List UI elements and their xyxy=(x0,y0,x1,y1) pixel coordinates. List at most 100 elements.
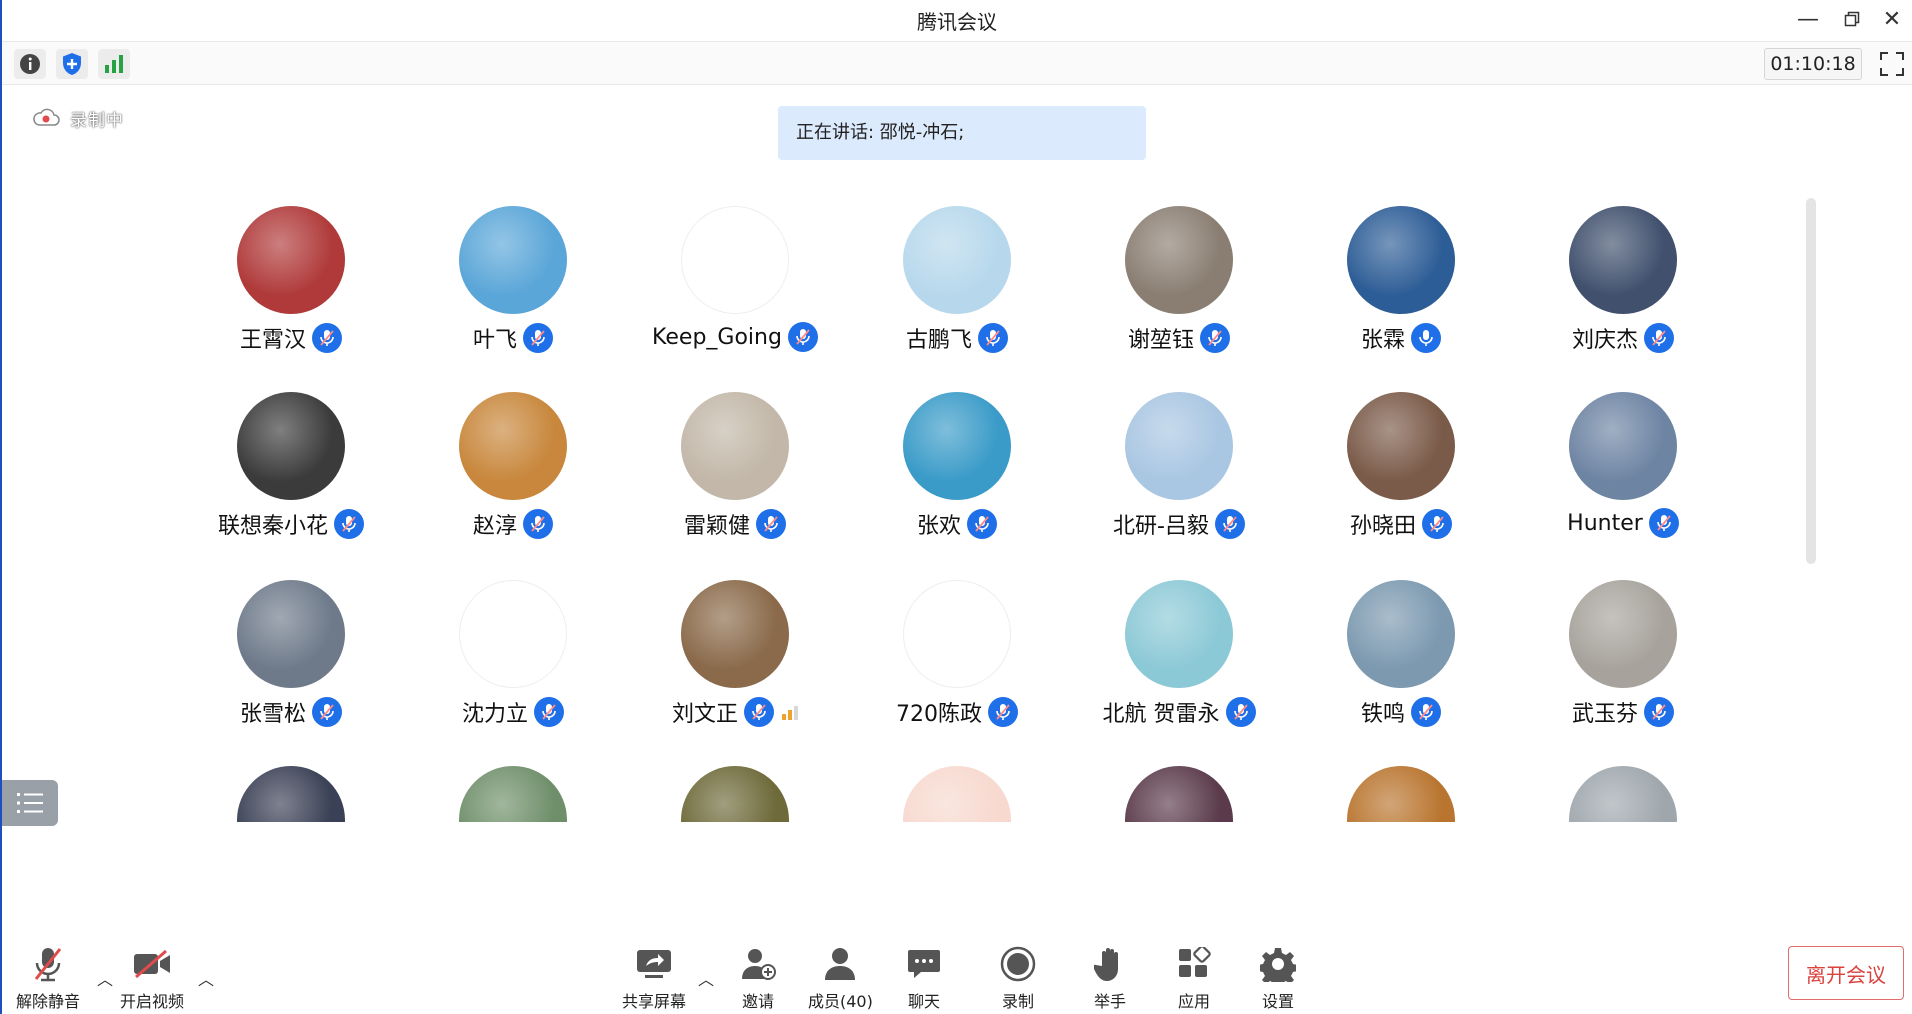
participant-tile[interactable] xyxy=(1290,760,1512,822)
avatar xyxy=(1125,392,1233,500)
participant-name-line: 北研-吕毅 xyxy=(1068,508,1290,540)
participant-name: Hunter xyxy=(1567,510,1643,536)
info-icon[interactable] xyxy=(14,49,46,79)
participant-tile[interactable]: 谢堃钰 xyxy=(1068,200,1290,360)
audio-options-caret[interactable]: ︿ xyxy=(97,966,113,990)
title-bar: 腾讯会议 — ✕ xyxy=(2,0,1912,38)
share-screen-button[interactable]: 共享屏幕 xyxy=(622,944,686,1012)
members-icon xyxy=(818,944,862,984)
close-icon[interactable]: ✕ xyxy=(1872,4,1912,34)
participant-name-line: 孙晓田 xyxy=(1290,508,1512,540)
mic-muted-icon xyxy=(26,944,70,984)
security-shield-icon[interactable] xyxy=(56,49,88,79)
unmute-label: 解除静音 xyxy=(16,992,81,1011)
participant-tile[interactable]: Hunter xyxy=(1512,386,1734,546)
avatar xyxy=(1125,766,1233,822)
avatar xyxy=(237,766,345,822)
network-signal-icon[interactable] xyxy=(98,49,130,79)
apps-grid-icon xyxy=(1172,944,1216,984)
participant-tile[interactable]: 联想秦小花 xyxy=(180,386,402,546)
avatar xyxy=(681,392,789,500)
mic-muted-icon xyxy=(523,509,553,539)
participant-name: 雷颖健 xyxy=(683,514,750,539)
participant-tile[interactable]: 720陈政 xyxy=(846,574,1068,734)
leave-meeting-button[interactable]: 离开会议 xyxy=(1788,946,1904,1000)
participant-tile[interactable]: 北研-吕毅 xyxy=(1068,386,1290,546)
invite-button[interactable]: 邀请 xyxy=(736,944,780,1012)
chat-button[interactable]: 聊天 xyxy=(902,944,946,1012)
participant-tile[interactable] xyxy=(1512,760,1734,822)
minimize-icon[interactable]: — xyxy=(1788,4,1828,34)
avatar xyxy=(459,392,567,500)
participant-name-line: 铁鸣 xyxy=(1290,696,1512,728)
fullscreen-icon[interactable] xyxy=(1878,50,1906,78)
mic-muted-icon xyxy=(978,323,1008,353)
participant-tile[interactable]: Keep_Going xyxy=(624,200,846,360)
participant-name: 沈力立 xyxy=(461,702,528,727)
participant-tile[interactable]: 张霖 xyxy=(1290,200,1512,360)
participant-tile[interactable]: 铁鸣 xyxy=(1290,574,1512,734)
grid-scrollbar[interactable] xyxy=(1806,198,1816,564)
members-button[interactable]: 成员(40) xyxy=(808,944,873,1012)
participant-name-line: 雷颖健 xyxy=(624,508,846,540)
avatar xyxy=(681,206,789,314)
participant-tile[interactable] xyxy=(1068,760,1290,822)
participant-name-line: 古鹏飞 xyxy=(846,322,1068,354)
participant-tile[interactable]: 孙晓田 xyxy=(1290,386,1512,546)
video-options-caret[interactable]: ︿ xyxy=(198,966,214,990)
mic-muted-icon xyxy=(1648,508,1679,538)
participant-name-line: Keep_Going xyxy=(624,322,846,352)
avatar xyxy=(1569,206,1677,314)
raise-hand-button[interactable]: 举手 xyxy=(1088,944,1132,1012)
participant-name-line: 王霄汉 xyxy=(180,322,402,354)
layout-list-button[interactable] xyxy=(2,780,58,826)
restore-icon[interactable] xyxy=(1832,4,1872,34)
participant-tile[interactable]: 叶飞 xyxy=(402,200,624,360)
meeting-timer: 01:10:18 xyxy=(1764,48,1862,80)
participant-name-line: 叶飞 xyxy=(402,322,624,354)
audio-level-icon xyxy=(782,704,798,720)
participant-tile[interactable]: 北航 贺雷永 xyxy=(1068,574,1290,734)
apps-button[interactable]: 应用 xyxy=(1172,944,1216,1012)
participant-tile[interactable]: 赵淳 xyxy=(402,386,624,546)
participant-tile[interactable]: 刘庆杰 xyxy=(1512,200,1734,360)
avatar xyxy=(903,206,1011,314)
participant-tile[interactable]: 古鹏飞 xyxy=(846,200,1068,360)
start-video-button[interactable]: 开启视频 xyxy=(120,944,184,1012)
avatar xyxy=(1569,766,1677,822)
participant-name-line: Hunter xyxy=(1512,508,1734,538)
participant-tile[interactable] xyxy=(402,760,624,822)
participant-name-line: 720陈政 xyxy=(846,696,1068,728)
participant-tile[interactable]: 武玉芬 xyxy=(1512,574,1734,734)
avatar xyxy=(459,766,567,822)
participant-tile[interactable]: 沈力立 xyxy=(402,574,624,734)
record-icon xyxy=(996,944,1040,984)
mic-muted-icon xyxy=(1644,697,1674,727)
avatar xyxy=(903,392,1011,500)
meeting-toolbar: 01:10:18 xyxy=(2,41,1912,85)
participant-tile[interactable] xyxy=(624,760,846,822)
participant-name: 刘文正 xyxy=(671,702,738,727)
invite-user-icon xyxy=(736,944,780,984)
participant-name-line: 刘文正 xyxy=(624,696,846,728)
recording-indicator[interactable]: 录制中 xyxy=(32,106,124,131)
raise-hand-label: 举手 xyxy=(1093,992,1126,1011)
share-options-caret[interactable]: ︿ xyxy=(698,966,714,990)
share-screen-label: 共享屏幕 xyxy=(622,992,687,1011)
settings-button[interactable]: 设置 xyxy=(1256,944,1300,1012)
participant-tile[interactable]: 雷颖健 xyxy=(624,386,846,546)
participant-tile[interactable] xyxy=(846,760,1068,822)
participant-name-line: 张欢 xyxy=(846,508,1068,540)
participant-tile[interactable]: 刘文正 xyxy=(624,574,846,734)
participant-tile[interactable]: 张雪松 xyxy=(180,574,402,734)
window-title: 腾讯会议 xyxy=(917,10,997,34)
avatar xyxy=(903,766,1011,822)
participant-name: 铁鸣 xyxy=(1360,702,1405,727)
participant-tile[interactable]: 张欢 xyxy=(846,386,1068,546)
mic-muted-icon xyxy=(1214,509,1245,539)
participant-name-line: 武玉芬 xyxy=(1512,696,1734,728)
participant-tile[interactable]: 王霄汉 xyxy=(180,200,402,360)
participant-tile[interactable] xyxy=(180,760,402,822)
record-button[interactable]: 录制 xyxy=(996,944,1040,1012)
unmute-button[interactable]: 解除静音 xyxy=(16,944,80,1012)
